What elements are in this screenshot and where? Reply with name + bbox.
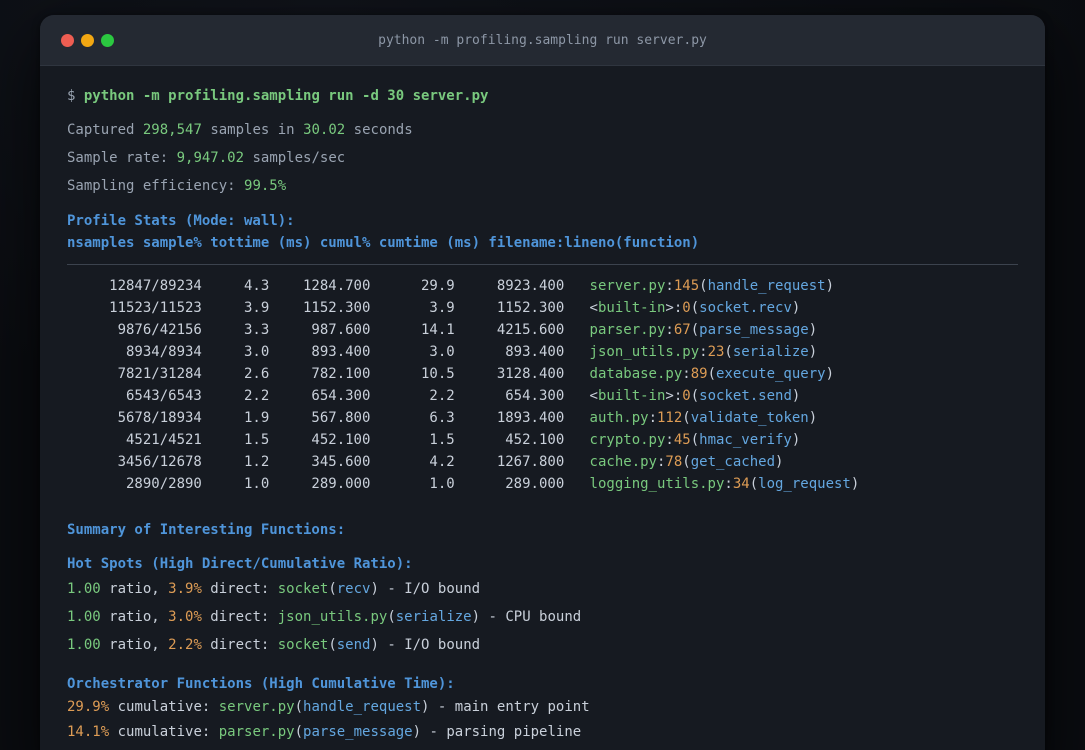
hot-spots-heading: Hot Spots (High Direct/Cumulative Ratio)… [67, 556, 413, 572]
orchestrator-item: 29.9% cumulative: server.py(handle_reque… [67, 699, 590, 715]
sample-rate-unit: samples/sec [252, 150, 346, 166]
terminal-titlebar: python -m profiling.sampling run server.… [40, 15, 1045, 66]
profile-table-row: 12847/89234 4.3 1284.700 29.9 8923.400 server… [67, 275, 1018, 297]
shell-prompt: $ [67, 88, 76, 104]
duration-value: 30.02 [303, 122, 346, 138]
function-reference: cache.py:78(get_cached) [589, 454, 784, 470]
function-reference: logging_utils.py:34(log_request) [589, 476, 860, 492]
captured-label: Captured [67, 122, 135, 138]
profile-table-row: 2890/2890 1.0 289.000 1.0 289.000 logging_uti… [67, 473, 1018, 495]
terminal-output[interactable]: $ python -m profiling.sampling run -d 30… [40, 66, 1045, 745]
function-reference: json_utils.py:23(serialize) [589, 344, 818, 360]
function-reference: parser.py:67(parse_message) [589, 322, 818, 338]
hot-spot-item: 1.00 ratio, 3.9% direct: socket(recv) - … [67, 581, 481, 597]
hot-spot-item: 1.00 ratio, 3.0% direct: json_utils.py(s… [67, 609, 582, 625]
orchestrator-item: 14.1% cumulative: parser.py(parse_messag… [67, 724, 582, 740]
function-reference: <built-in>:0(socket.recv) [589, 300, 801, 316]
sample-rate-value: 9,947.02 [176, 150, 245, 166]
efficiency-value: 99.5% [244, 178, 287, 194]
function-reference: database.py:89(execute_query) [589, 366, 835, 382]
profile-table-row: 7821/31284 2.6 782.100 10.5 3128.400 database… [67, 363, 1018, 385]
hot-spot-item: 1.00 ratio, 2.2% direct: socket(send) - … [67, 637, 481, 653]
command-line: $ python -m profiling.sampling run -d 30… [67, 86, 1018, 106]
efficiency-line: Sampling efficiency: 99.5% [67, 172, 1018, 200]
summary-heading: Summary of Interesting Functions: [67, 522, 346, 538]
orchestrators-list: 29.9% cumulative: server.py(handle_reque… [67, 695, 1018, 745]
sample-rate-line: Sample rate: 9,947.02 samples/sec [67, 144, 1018, 172]
close-button[interactable] [61, 33, 74, 47]
profile-table: 12847/89234 4.3 1284.700 29.9 8923.400 server… [67, 275, 1018, 495]
sample-rate-label: Sample rate: [67, 150, 169, 166]
efficiency-label: Sampling efficiency: [67, 178, 236, 194]
function-reference: auth.py:112(validate_token) [589, 410, 818, 426]
function-reference: crypto.py:45(hmac_verify) [589, 432, 801, 448]
profile-table-row: 8934/8934 3.0 893.400 3.0 893.400 json_utils.… [67, 341, 1018, 363]
function-reference: server.py:145(handle_request) [589, 278, 835, 294]
table-divider [67, 264, 1018, 265]
profile-stats-heading: Profile Stats (Mode: wall): [67, 213, 295, 229]
samples-in-label: samples in [210, 122, 295, 138]
captured-samples-line: Captured 298,547 samples in 30.02 second… [67, 116, 1018, 144]
profile-columns-header: nsamples sample% tottime (ms) cumul% cum… [67, 235, 700, 251]
minimize-button[interactable] [81, 33, 94, 47]
hot-spots-list: 1.00 ratio, 3.9% direct: socket(recv) - … [67, 575, 1018, 659]
window-controls [61, 15, 114, 65]
desktop-background: python -m profiling.sampling run server.… [0, 0, 1085, 750]
command-text: python -m profiling.sampling run -d 30 s… [83, 88, 489, 104]
profile-table-row: 3456/12678 1.2 345.600 4.2 1267.800 cache.py:… [67, 451, 1018, 473]
profile-table-row: 4521/4521 1.5 452.100 1.5 452.100 crypto.py:4… [67, 429, 1018, 451]
function-reference: <built-in>:0(socket.send) [589, 388, 801, 404]
terminal-window: python -m profiling.sampling run server.… [40, 15, 1045, 750]
samples-count: 298,547 [142, 122, 202, 138]
seconds-label: seconds [353, 122, 413, 138]
profile-table-row: 5678/18934 1.9 567.800 6.3 1893.400 auth.py:1… [67, 407, 1018, 429]
window-title: python -m profiling.sampling run server.… [378, 32, 707, 48]
profile-table-row: 6543/6543 2.2 654.300 2.2 654.300 <built-in>:… [67, 385, 1018, 407]
profile-table-row: 11523/11523 3.9 1152.300 3.9 1152.300 <built-… [67, 297, 1018, 319]
orchestrators-heading: Orchestrator Functions (High Cumulative … [67, 676, 455, 692]
maximize-button[interactable] [101, 33, 114, 47]
profile-table-row: 9876/42156 3.3 987.600 14.1 4215.600 parser.p… [67, 319, 1018, 341]
